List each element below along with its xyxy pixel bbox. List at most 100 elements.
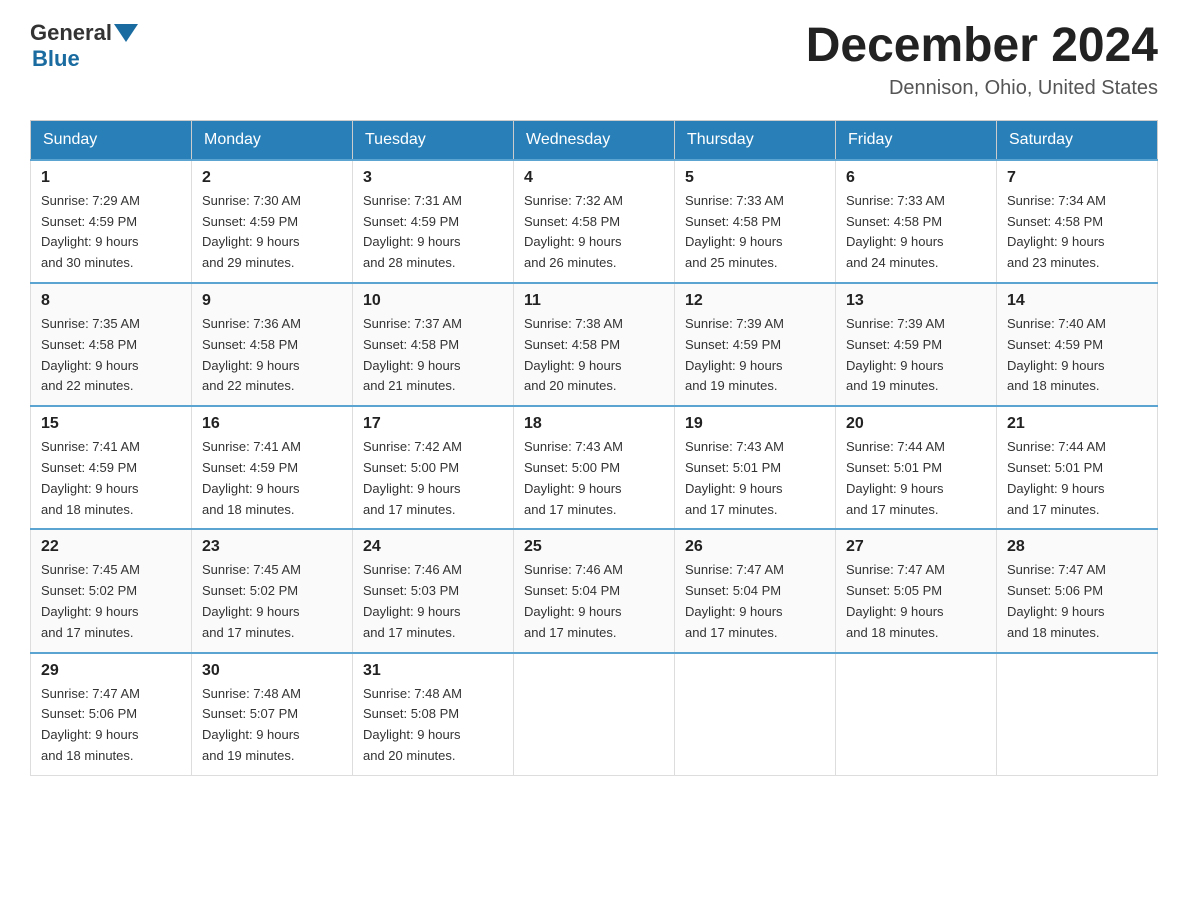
calendar-cell: 14 Sunrise: 7:40 AM Sunset: 4:59 PM Dayl… [997, 283, 1158, 406]
weekday-header-row: SundayMondayTuesdayWednesdayThursdayFrid… [31, 120, 1158, 160]
logo: General Blue [30, 20, 140, 72]
day-info: Sunrise: 7:29 AM Sunset: 4:59 PM Dayligh… [41, 193, 140, 270]
weekday-header-sunday: Sunday [31, 120, 192, 160]
calendar-cell [675, 653, 836, 776]
day-number: 20 [846, 415, 986, 433]
calendar-cell: 15 Sunrise: 7:41 AM Sunset: 4:59 PM Dayl… [31, 406, 192, 529]
calendar-cell: 20 Sunrise: 7:44 AM Sunset: 5:01 PM Dayl… [836, 406, 997, 529]
day-info: Sunrise: 7:36 AM Sunset: 4:58 PM Dayligh… [202, 316, 301, 393]
day-info: Sunrise: 7:46 AM Sunset: 5:03 PM Dayligh… [363, 562, 462, 639]
day-number: 18 [524, 415, 664, 433]
calendar-cell: 28 Sunrise: 7:47 AM Sunset: 5:06 PM Dayl… [997, 529, 1158, 652]
day-number: 2 [202, 169, 342, 187]
calendar-body: 1 Sunrise: 7:29 AM Sunset: 4:59 PM Dayli… [31, 160, 1158, 775]
calendar-cell: 6 Sunrise: 7:33 AM Sunset: 4:58 PM Dayli… [836, 160, 997, 283]
day-number: 6 [846, 169, 986, 187]
day-number: 22 [41, 538, 181, 556]
calendar-cell: 23 Sunrise: 7:45 AM Sunset: 5:02 PM Dayl… [192, 529, 353, 652]
day-number: 31 [363, 662, 503, 680]
weekday-header-thursday: Thursday [675, 120, 836, 160]
day-info: Sunrise: 7:33 AM Sunset: 4:58 PM Dayligh… [846, 193, 945, 270]
day-info: Sunrise: 7:41 AM Sunset: 4:59 PM Dayligh… [202, 439, 301, 516]
day-info: Sunrise: 7:48 AM Sunset: 5:08 PM Dayligh… [363, 686, 462, 763]
day-number: 9 [202, 292, 342, 310]
day-number: 25 [524, 538, 664, 556]
day-number: 11 [524, 292, 664, 310]
day-number: 17 [363, 415, 503, 433]
day-number: 14 [1007, 292, 1147, 310]
day-info: Sunrise: 7:47 AM Sunset: 5:04 PM Dayligh… [685, 562, 784, 639]
day-info: Sunrise: 7:39 AM Sunset: 4:59 PM Dayligh… [846, 316, 945, 393]
weekday-header-wednesday: Wednesday [514, 120, 675, 160]
logo-arrow-icon [114, 24, 138, 42]
calendar-cell: 19 Sunrise: 7:43 AM Sunset: 5:01 PM Dayl… [675, 406, 836, 529]
day-number: 19 [685, 415, 825, 433]
calendar-cell: 9 Sunrise: 7:36 AM Sunset: 4:58 PM Dayli… [192, 283, 353, 406]
calendar-cell: 17 Sunrise: 7:42 AM Sunset: 5:00 PM Dayl… [353, 406, 514, 529]
calendar-cell: 24 Sunrise: 7:46 AM Sunset: 5:03 PM Dayl… [353, 529, 514, 652]
calendar-cell: 1 Sunrise: 7:29 AM Sunset: 4:59 PM Dayli… [31, 160, 192, 283]
calendar-cell: 18 Sunrise: 7:43 AM Sunset: 5:00 PM Dayl… [514, 406, 675, 529]
day-number: 1 [41, 169, 181, 187]
day-info: Sunrise: 7:47 AM Sunset: 5:06 PM Dayligh… [1007, 562, 1106, 639]
day-number: 21 [1007, 415, 1147, 433]
calendar-cell: 4 Sunrise: 7:32 AM Sunset: 4:58 PM Dayli… [514, 160, 675, 283]
day-number: 7 [1007, 169, 1147, 187]
page-header: General Blue December 2024 Dennison, Ohi… [30, 20, 1158, 100]
day-info: Sunrise: 7:44 AM Sunset: 5:01 PM Dayligh… [1007, 439, 1106, 516]
day-info: Sunrise: 7:47 AM Sunset: 5:05 PM Dayligh… [846, 562, 945, 639]
calendar-cell: 22 Sunrise: 7:45 AM Sunset: 5:02 PM Dayl… [31, 529, 192, 652]
day-info: Sunrise: 7:32 AM Sunset: 4:58 PM Dayligh… [524, 193, 623, 270]
day-number: 5 [685, 169, 825, 187]
day-info: Sunrise: 7:39 AM Sunset: 4:59 PM Dayligh… [685, 316, 784, 393]
location-text: Dennison, Ohio, United States [806, 77, 1158, 100]
day-number: 28 [1007, 538, 1147, 556]
logo-general-text: General [30, 20, 112, 46]
day-info: Sunrise: 7:33 AM Sunset: 4:58 PM Dayligh… [685, 193, 784, 270]
day-info: Sunrise: 7:38 AM Sunset: 4:58 PM Dayligh… [524, 316, 623, 393]
day-info: Sunrise: 7:43 AM Sunset: 5:01 PM Dayligh… [685, 439, 784, 516]
day-info: Sunrise: 7:40 AM Sunset: 4:59 PM Dayligh… [1007, 316, 1106, 393]
day-info: Sunrise: 7:45 AM Sunset: 5:02 PM Dayligh… [41, 562, 140, 639]
calendar-week-2: 8 Sunrise: 7:35 AM Sunset: 4:58 PM Dayli… [31, 283, 1158, 406]
day-number: 10 [363, 292, 503, 310]
day-number: 24 [363, 538, 503, 556]
day-number: 26 [685, 538, 825, 556]
title-section: December 2024 Dennison, Ohio, United Sta… [806, 20, 1158, 100]
calendar-week-4: 22 Sunrise: 7:45 AM Sunset: 5:02 PM Dayl… [31, 529, 1158, 652]
month-title: December 2024 [806, 20, 1158, 73]
day-number: 29 [41, 662, 181, 680]
weekday-header-saturday: Saturday [997, 120, 1158, 160]
calendar-cell: 2 Sunrise: 7:30 AM Sunset: 4:59 PM Dayli… [192, 160, 353, 283]
calendar-cell: 13 Sunrise: 7:39 AM Sunset: 4:59 PM Dayl… [836, 283, 997, 406]
weekday-header-monday: Monday [192, 120, 353, 160]
logo-blue-text: Blue [32, 46, 80, 72]
calendar-cell: 10 Sunrise: 7:37 AM Sunset: 4:58 PM Dayl… [353, 283, 514, 406]
calendar-cell: 29 Sunrise: 7:47 AM Sunset: 5:06 PM Dayl… [31, 653, 192, 776]
day-info: Sunrise: 7:47 AM Sunset: 5:06 PM Dayligh… [41, 686, 140, 763]
calendar-cell [514, 653, 675, 776]
calendar-cell: 21 Sunrise: 7:44 AM Sunset: 5:01 PM Dayl… [997, 406, 1158, 529]
calendar-cell: 25 Sunrise: 7:46 AM Sunset: 5:04 PM Dayl… [514, 529, 675, 652]
day-info: Sunrise: 7:42 AM Sunset: 5:00 PM Dayligh… [363, 439, 462, 516]
day-info: Sunrise: 7:35 AM Sunset: 4:58 PM Dayligh… [41, 316, 140, 393]
calendar-cell: 27 Sunrise: 7:47 AM Sunset: 5:05 PM Dayl… [836, 529, 997, 652]
day-number: 23 [202, 538, 342, 556]
day-info: Sunrise: 7:30 AM Sunset: 4:59 PM Dayligh… [202, 193, 301, 270]
day-number: 8 [41, 292, 181, 310]
day-info: Sunrise: 7:37 AM Sunset: 4:58 PM Dayligh… [363, 316, 462, 393]
calendar-cell: 12 Sunrise: 7:39 AM Sunset: 4:59 PM Dayl… [675, 283, 836, 406]
calendar-header: SundayMondayTuesdayWednesdayThursdayFrid… [31, 120, 1158, 160]
calendar-cell: 31 Sunrise: 7:48 AM Sunset: 5:08 PM Dayl… [353, 653, 514, 776]
day-number: 3 [363, 169, 503, 187]
calendar-cell: 16 Sunrise: 7:41 AM Sunset: 4:59 PM Dayl… [192, 406, 353, 529]
day-number: 27 [846, 538, 986, 556]
day-number: 12 [685, 292, 825, 310]
weekday-header-tuesday: Tuesday [353, 120, 514, 160]
day-info: Sunrise: 7:31 AM Sunset: 4:59 PM Dayligh… [363, 193, 462, 270]
calendar-cell: 11 Sunrise: 7:38 AM Sunset: 4:58 PM Dayl… [514, 283, 675, 406]
day-number: 30 [202, 662, 342, 680]
calendar-cell: 8 Sunrise: 7:35 AM Sunset: 4:58 PM Dayli… [31, 283, 192, 406]
day-number: 4 [524, 169, 664, 187]
day-info: Sunrise: 7:44 AM Sunset: 5:01 PM Dayligh… [846, 439, 945, 516]
